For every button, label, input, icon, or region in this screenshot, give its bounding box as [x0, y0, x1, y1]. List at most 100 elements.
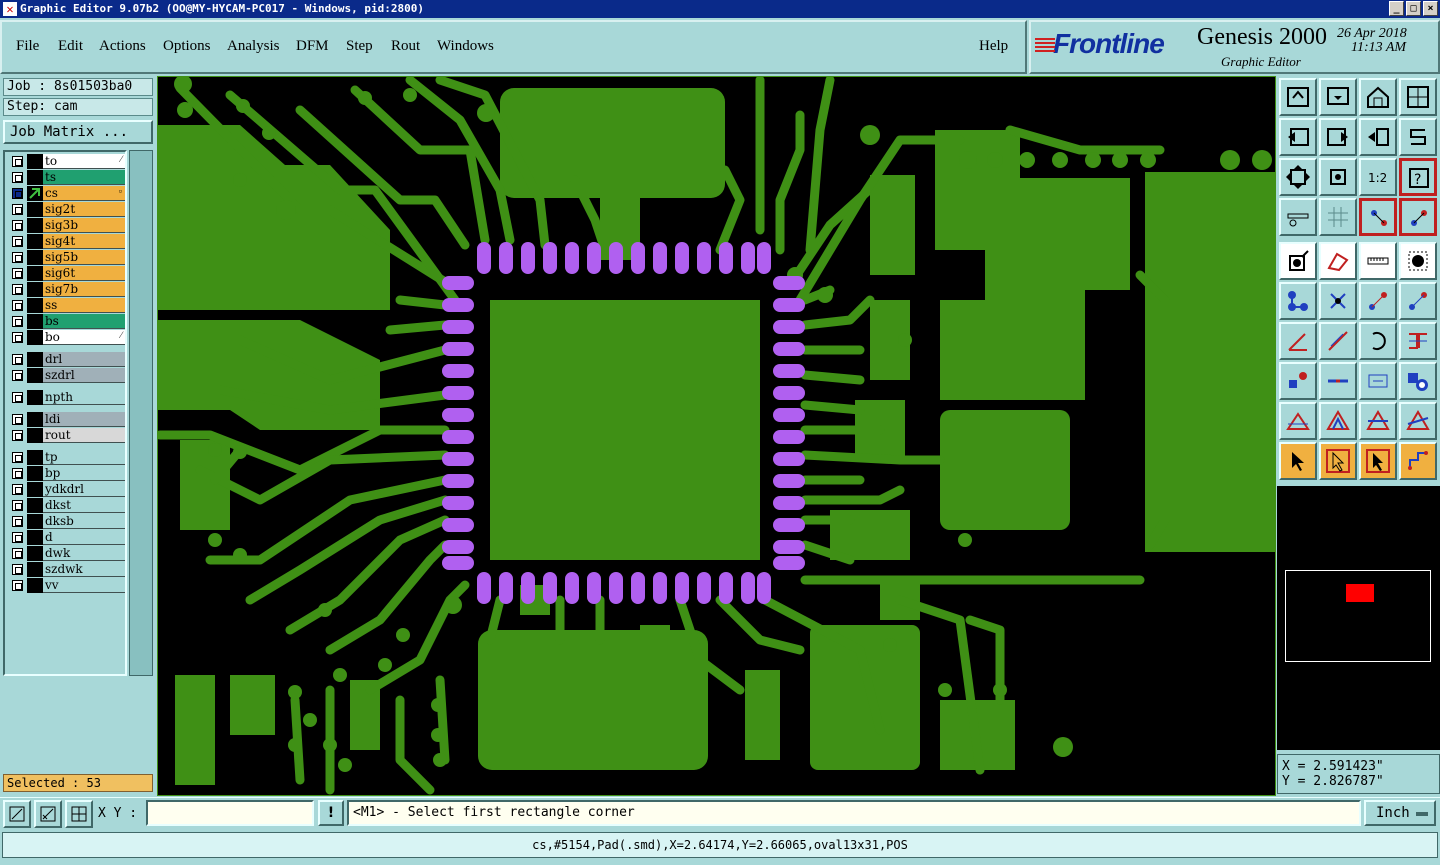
layer-name[interactable]: to [43, 154, 125, 169]
layer-checkbox[interactable] [12, 156, 23, 167]
graphic-canvas[interactable] [157, 76, 1276, 796]
center-button[interactable] [1319, 158, 1357, 196]
layer-indicator[interactable] [27, 202, 43, 217]
ruler-button[interactable] [1359, 242, 1397, 280]
layer-row-vv[interactable]: vv [7, 578, 125, 593]
zoom-home-button[interactable] [1279, 78, 1317, 116]
layer-row-sig5b[interactable]: sig5b [7, 250, 125, 265]
layer-row-dkst[interactable]: dkst [7, 498, 125, 513]
layer-indicator[interactable] [27, 498, 43, 513]
prompt-exclaim-button[interactable]: ! [318, 800, 344, 826]
layer-checkbox[interactable] [12, 204, 23, 215]
layer-checkbox[interactable] [12, 564, 23, 575]
rout-s-button[interactable] [1399, 118, 1437, 156]
layer-indicator[interactable] [27, 514, 43, 529]
menu-options[interactable]: Options [163, 38, 211, 55]
polygon-button[interactable] [1359, 402, 1397, 440]
layer-row-sig3b[interactable]: sig3b [7, 218, 125, 233]
layer-checkbox[interactable] [12, 580, 23, 591]
snap-grid-button[interactable] [1399, 78, 1437, 116]
pan-left-button[interactable] [1279, 118, 1317, 156]
layer-indicator[interactable] [27, 482, 43, 497]
minimize-button[interactable]: _ [1389, 1, 1404, 16]
layer-name[interactable]: bp [43, 466, 125, 481]
layer-name[interactable]: d [43, 530, 125, 545]
layer-indicator[interactable] [27, 412, 43, 427]
xy-input[interactable] [146, 800, 314, 826]
layer-indicator[interactable] [27, 170, 43, 185]
layer-name[interactable]: ydkdrl [43, 482, 125, 497]
menu-edit[interactable]: Edit [58, 38, 83, 55]
line-button[interactable] [1319, 322, 1357, 360]
layer-name[interactable]: szdrl [43, 368, 125, 383]
layer-indicator[interactable] [27, 154, 43, 169]
layer-indicator[interactable] [27, 562, 43, 577]
layer-checkbox[interactable] [12, 316, 23, 327]
layer-indicator[interactable] [27, 390, 43, 405]
layer-row-sig6t[interactable]: sig6t [7, 266, 125, 281]
layer-name[interactable]: szdwk [43, 562, 125, 577]
layer-checkbox[interactable] [12, 354, 23, 365]
menu-dfm[interactable]: DFM [296, 38, 329, 55]
layer-row-szdrl[interactable]: szdrl [7, 368, 125, 383]
layer-row-ss[interactable]: ss [7, 298, 125, 313]
layer-name[interactable]: sig6t [43, 266, 125, 281]
layer-row-ldi[interactable]: ldi [7, 412, 125, 427]
layer-name[interactable]: bs [43, 314, 125, 329]
trace-button[interactable] [1319, 362, 1357, 400]
layer-compare-button[interactable] [1359, 198, 1397, 236]
pointer-box-button[interactable] [1319, 442, 1357, 480]
layer-name[interactable]: ss [43, 298, 125, 313]
layer-checkbox[interactable] [12, 284, 23, 295]
multi-pad-button[interactable] [1399, 362, 1437, 400]
polygon-arrow-button[interactable] [1399, 402, 1437, 440]
pad-add-button[interactable] [1279, 362, 1317, 400]
layer-indicator[interactable] [27, 428, 43, 443]
triangle-arrow-button[interactable] [1319, 402, 1357, 440]
menu-windows[interactable]: Windows [437, 38, 494, 55]
layer-name[interactable]: tp [43, 450, 125, 465]
layer-checkbox[interactable] [12, 370, 23, 381]
arc-rotate-button[interactable] [1359, 322, 1397, 360]
layer-row-sig4t[interactable]: sig4t [7, 234, 125, 249]
units-selector[interactable]: Inch [1364, 800, 1436, 826]
layer-row-bo[interactable]: bo ⁄ [7, 330, 125, 345]
feature-select-button[interactable] [1279, 242, 1317, 280]
layer-row-dksb[interactable]: dksb [7, 514, 125, 529]
layer-checkbox[interactable] [12, 516, 23, 527]
layer-indicator[interactable] [27, 218, 43, 233]
layer-indicator[interactable] [27, 314, 43, 329]
layer-checkbox[interactable] [12, 548, 23, 559]
layer-row-drl[interactable]: drl [7, 352, 125, 367]
move-vertex-button[interactable] [1399, 282, 1437, 320]
layer-row-szdwk[interactable]: szdwk [7, 562, 125, 577]
menu-help[interactable]: Help [979, 38, 1008, 55]
layer-checkbox[interactable] [12, 484, 23, 495]
home-button[interactable] [1359, 78, 1397, 116]
job-matrix-button[interactable]: Job Matrix ... [3, 120, 153, 144]
fit-button[interactable] [1279, 158, 1317, 196]
layer-compare2-button[interactable] [1399, 198, 1437, 236]
layer-checkbox[interactable] [12, 332, 23, 343]
layer-row-d[interactable]: d [7, 530, 125, 545]
layer-row-sig2t[interactable]: sig2t [7, 202, 125, 217]
layer-name[interactable]: sig7b [43, 282, 125, 297]
pcb-layout[interactable] [157, 76, 1276, 796]
layer-indicator[interactable] [27, 546, 43, 561]
snap-button[interactable] [65, 800, 93, 828]
layer-checkbox[interactable] [12, 220, 23, 231]
layer-name[interactable]: rout [43, 428, 125, 443]
layer-row-cs[interactable]: cs ▫ [7, 186, 125, 201]
layer-checkbox[interactable] [12, 236, 23, 247]
pan-right-button[interactable] [1319, 118, 1357, 156]
layer-row-bs[interactable]: bs [7, 314, 125, 329]
layer-checkbox[interactable] [12, 252, 23, 263]
overview-view-rect[interactable] [1346, 584, 1374, 602]
layer-name[interactable]: npth [43, 390, 125, 405]
layer-checkbox[interactable] [12, 300, 23, 311]
layer-name[interactable]: dkst [43, 498, 125, 513]
layer-indicator[interactable] [27, 330, 43, 345]
layer-name[interactable]: dwk [43, 546, 125, 561]
layer-name[interactable]: vv [43, 578, 125, 593]
layer-row-tp[interactable]: tp [7, 450, 125, 465]
